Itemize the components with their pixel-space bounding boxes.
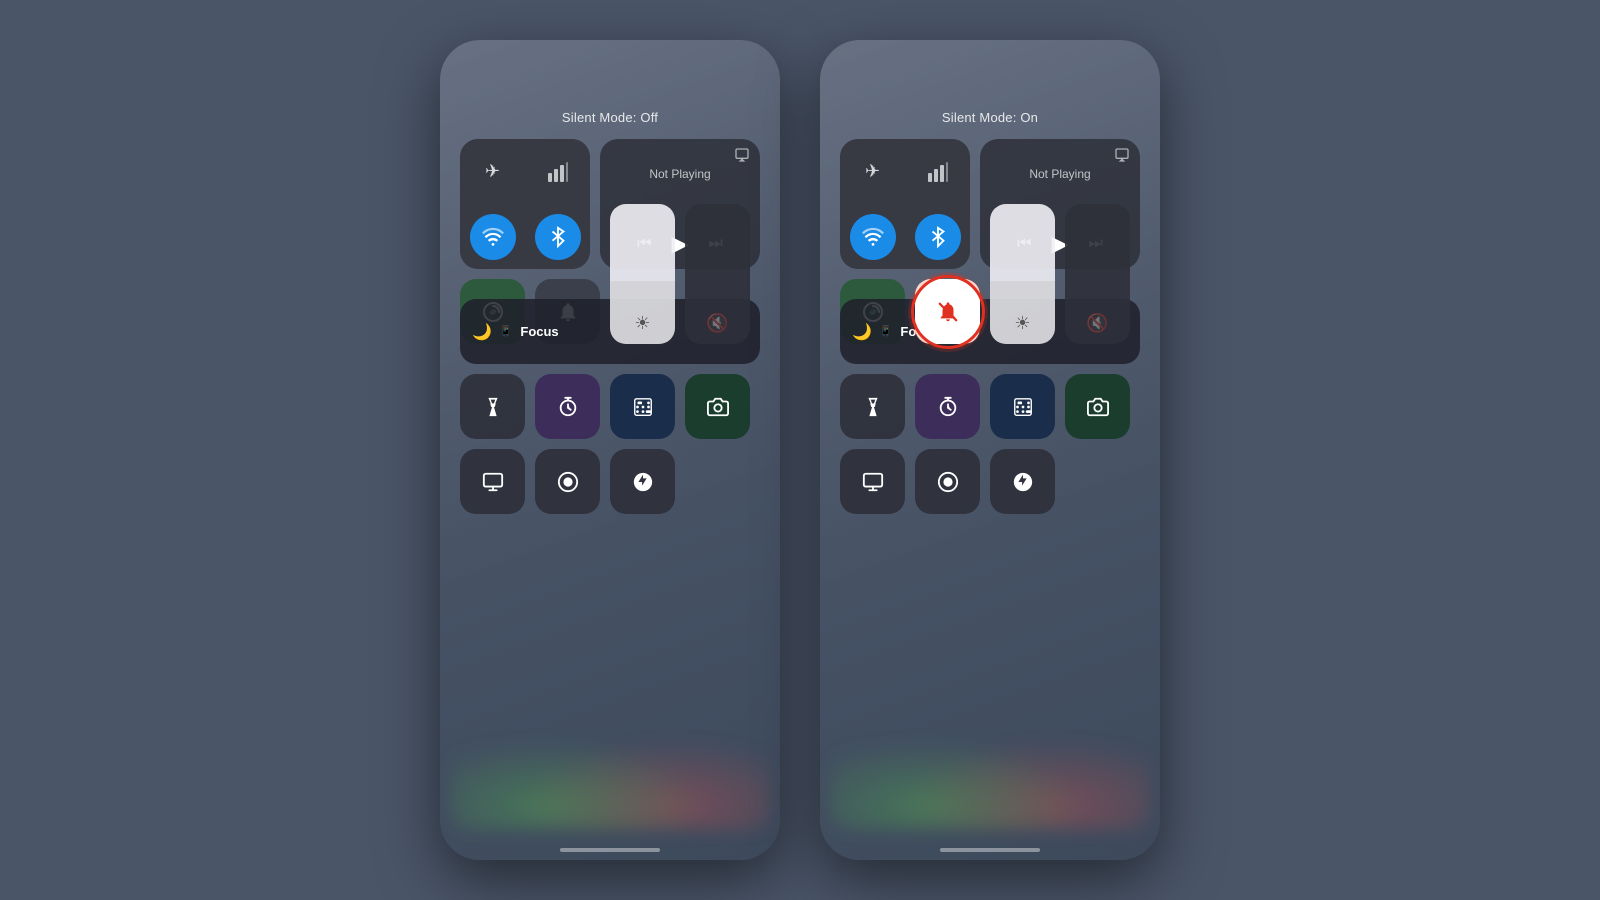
airplane-btn-left[interactable]: ✈ bbox=[460, 139, 525, 204]
mode-label-right: Silent Mode: On bbox=[840, 110, 1140, 125]
bluetooth-btn-right[interactable] bbox=[905, 204, 970, 269]
connectivity-block-left: ✈ bbox=[460, 139, 590, 269]
record-btn-right[interactable] bbox=[915, 449, 980, 514]
volume-btn-right[interactable]: 🔇 bbox=[1065, 204, 1130, 344]
control-center-left: Silent Mode: Off ✈ bbox=[460, 110, 760, 830]
row5-right bbox=[840, 449, 1140, 514]
phone-right: Silent Mode: On ✈ bbox=[820, 40, 1160, 860]
brightness-btn-left[interactable]: ☀ bbox=[610, 204, 675, 344]
home-indicator-left bbox=[560, 848, 660, 852]
torch-btn-left[interactable] bbox=[460, 374, 525, 439]
focus-label-left: Focus bbox=[520, 324, 558, 339]
row4-right bbox=[840, 374, 1140, 439]
cellular-btn-right[interactable] bbox=[905, 139, 970, 204]
shazam-btn-right[interactable] bbox=[990, 449, 1055, 514]
camera-btn-right[interactable] bbox=[1065, 374, 1130, 439]
row5-left bbox=[460, 449, 760, 514]
not-playing-text-right: Not Playing bbox=[992, 167, 1128, 181]
mode-label-left: Silent Mode: Off bbox=[460, 110, 760, 125]
shazam-btn-left[interactable] bbox=[610, 449, 675, 514]
mirror-btn-right[interactable] bbox=[840, 449, 905, 514]
calculator-btn-left[interactable] bbox=[610, 374, 675, 439]
bluetooth-btn-left[interactable] bbox=[525, 204, 590, 269]
volume-btn-left[interactable]: 🔇 bbox=[685, 204, 750, 344]
not-playing-text-left: Not Playing bbox=[612, 167, 748, 181]
airplay-icon-left bbox=[734, 147, 750, 166]
cellular-btn-left[interactable] bbox=[525, 139, 590, 204]
connectivity-block-right: ✈ bbox=[840, 139, 970, 269]
control-center-right: Silent Mode: On ✈ bbox=[840, 110, 1140, 830]
camera-btn-left[interactable] bbox=[685, 374, 750, 439]
mirror-btn-left[interactable] bbox=[460, 449, 525, 514]
record-btn-left[interactable] bbox=[535, 449, 600, 514]
airplay-icon-right bbox=[1114, 147, 1130, 166]
row4-left bbox=[460, 374, 760, 439]
timer-btn-left[interactable] bbox=[535, 374, 600, 439]
wifi-btn-right[interactable] bbox=[840, 204, 905, 269]
phone-left: Silent Mode: Off ✈ bbox=[440, 40, 780, 860]
bell-container-right bbox=[915, 279, 980, 344]
timer-btn-right[interactable] bbox=[915, 374, 980, 439]
bell-muted-btn-right[interactable] bbox=[915, 279, 980, 344]
calculator-btn-right[interactable] bbox=[990, 374, 1055, 439]
home-indicator-right bbox=[940, 848, 1040, 852]
airplane-btn-right[interactable]: ✈ bbox=[840, 139, 905, 204]
torch-btn-right[interactable] bbox=[840, 374, 905, 439]
brightness-btn-right[interactable]: ☀ bbox=[990, 204, 1055, 344]
wifi-btn-left[interactable] bbox=[460, 204, 525, 269]
